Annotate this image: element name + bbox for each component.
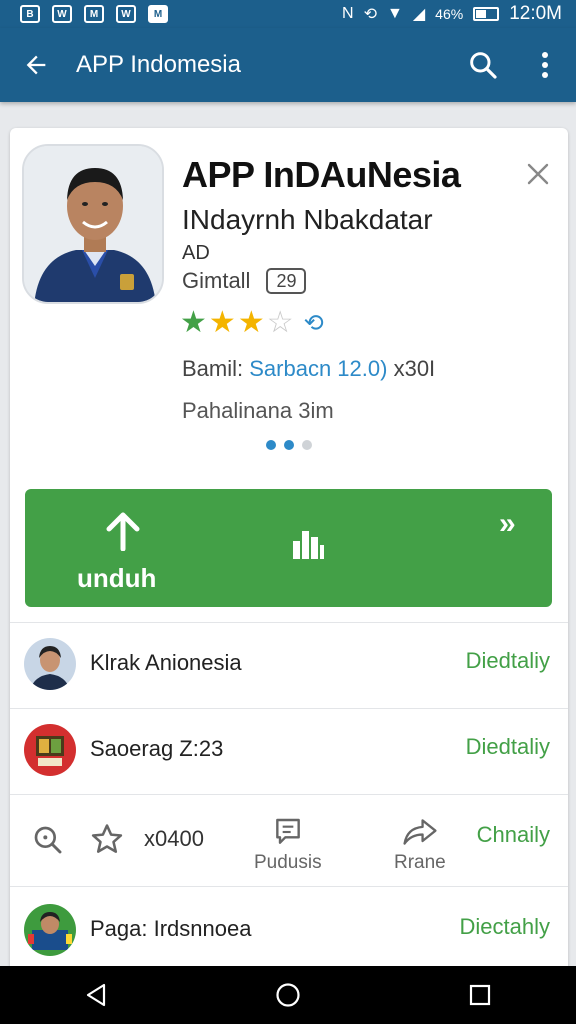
close-icon: [527, 163, 549, 185]
status-bar: B W M W M N ⟲ ▼ ◢ 46% 12:0M: [0, 0, 576, 28]
carousel-dot[interactable]: [266, 440, 276, 450]
extra-info: Pahalinana 3im: [182, 398, 334, 423]
list-item[interactable]: Paga: Irdsnnoea Diectahly: [10, 888, 568, 974]
app-size: Gimtall: [182, 268, 251, 293]
install-label: unduh: [77, 563, 157, 593]
install-button[interactable]: unduh »: [25, 489, 552, 607]
app-bar: APP Indomesia: [0, 28, 576, 102]
notification-icon: W: [116, 5, 136, 23]
carousel-dot[interactable]: [284, 440, 294, 450]
more-vert-icon: [542, 52, 548, 78]
version-info: Bamil: Sarbacn 12.0) x30I: [182, 356, 435, 382]
overflow-menu-button[interactable]: [514, 28, 576, 102]
triangle-back-icon: [86, 983, 106, 1007]
version-label: Bamil:: [182, 356, 244, 381]
favorite-count: x0400: [144, 826, 204, 851]
notification-icon: B: [20, 5, 40, 23]
list-item-status: Diectahly: [459, 914, 550, 939]
share-label: Rrane: [394, 852, 446, 873]
list-item[interactable]: Saoerag Z:23 Diedtaliy: [10, 708, 568, 794]
star-icon: ★: [208, 306, 236, 339]
wifi-icon: ▼: [387, 5, 403, 22]
star-outline-icon: [91, 824, 123, 853]
avatar: [24, 724, 76, 776]
app-title: APP InDAuNesia: [182, 154, 461, 195]
list-item-name: Saoerag Z:23: [90, 736, 224, 761]
zoom-icon: [34, 826, 62, 854]
list-item-status: Diedtaliy: [465, 648, 550, 673]
back-button[interactable]: [0, 28, 72, 102]
carousel-dot[interactable]: [302, 440, 312, 450]
divider: [10, 794, 568, 795]
signal-icon: ◢: [412, 6, 426, 23]
navigation-bar: [0, 966, 576, 1024]
avatar: [24, 904, 76, 956]
comment-icon: [275, 818, 300, 844]
battery-percent: 46%: [435, 6, 464, 22]
avatar: [24, 638, 76, 690]
app-category: AD: [182, 242, 210, 264]
action-row: x0400 Pudusis Rrane Chnaily: [10, 796, 568, 888]
zoom-button[interactable]: [32, 824, 64, 856]
preview-label: Pudusis: [254, 852, 322, 873]
notification-icons: B W M W M: [20, 5, 168, 23]
battery-icon: [473, 7, 500, 21]
arrow-up-icon: [106, 512, 140, 551]
sync-icon: ⟲: [363, 6, 377, 23]
app-size-row: Gimtall 29: [182, 268, 307, 294]
rating-stars: ★ ★ ★ ☆ ⟲: [180, 308, 324, 338]
circle-home-icon: [276, 983, 300, 1007]
favorite-button[interactable]: [90, 822, 124, 856]
list-item-name: Paga: Irdsnnoea: [90, 916, 252, 941]
star-icon: ★: [237, 306, 265, 339]
age-rating-badge: 29: [266, 268, 307, 294]
clock: 12:0M: [509, 3, 562, 24]
star-icon: ☆: [266, 306, 294, 339]
list-item-status: Diedtaliy: [465, 734, 550, 759]
star-icon: ★: [180, 306, 207, 339]
search-icon: [470, 52, 497, 79]
version-link[interactable]: Sarbacn 12.0): [249, 356, 387, 381]
bar-chart-icon: [293, 531, 324, 559]
preview-button[interactable]: Pudusis: [254, 816, 322, 874]
notification-icon: M: [84, 5, 104, 23]
version-extra: x30I: [393, 356, 436, 381]
back-nav-button[interactable]: [66, 966, 126, 1024]
list-item[interactable]: Klrak Anionesia Diedtaliy: [10, 622, 568, 708]
square-recents-icon: [469, 984, 491, 1006]
arrow-back-icon: [26, 55, 46, 75]
notification-icon: W: [52, 5, 72, 23]
share-button[interactable]: Rrane: [394, 816, 446, 874]
divider: [10, 886, 568, 887]
search-button[interactable]: [452, 28, 514, 102]
action-status[interactable]: Chnaily: [477, 822, 550, 848]
app-bar-title: APP Indomesia: [76, 51, 241, 78]
close-button[interactable]: [522, 158, 554, 190]
carousel-indicator: [266, 440, 312, 450]
double-chevron-icon: »: [499, 507, 516, 540]
recents-nav-button[interactable]: [450, 966, 510, 1024]
app-icon-avatar: [22, 144, 164, 304]
share-icon: [403, 819, 437, 845]
notification-icon: M: [148, 5, 168, 23]
app-developer[interactable]: INdayrnh Nbakdatar: [182, 204, 433, 236]
app-detail-card: APP InDAuNesia INdayrnh Nbakdatar AD Gim…: [10, 128, 568, 998]
refresh-icon: ⟲: [303, 309, 324, 337]
list-item-name: Klrak Anionesia: [90, 650, 242, 675]
home-nav-button[interactable]: [258, 966, 318, 1024]
nfc-icon: N: [342, 5, 354, 22]
